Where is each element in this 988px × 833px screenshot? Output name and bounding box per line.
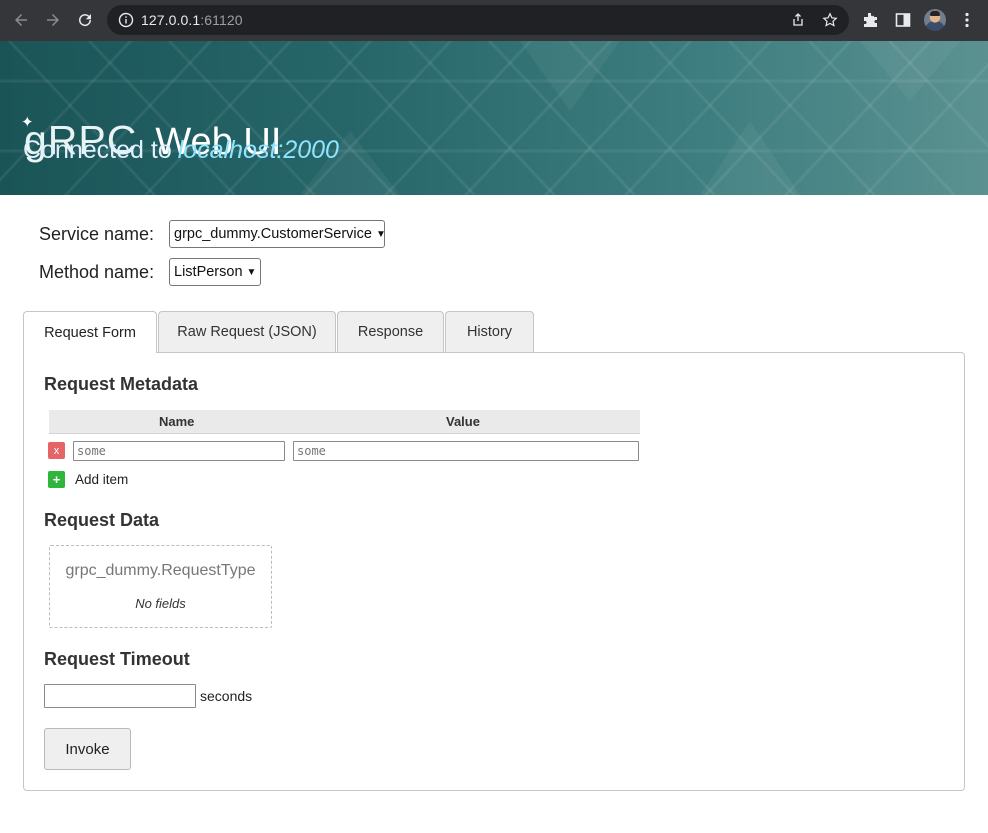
share-icon[interactable] bbox=[790, 12, 806, 28]
timeout-input[interactable] bbox=[44, 684, 196, 708]
service-row: Service name: grpc_dummy.CustomerService… bbox=[39, 220, 386, 248]
tab-raw-request[interactable]: Raw Request (JSON) bbox=[158, 311, 336, 352]
connected-host: localhost:2000 bbox=[177, 136, 339, 164]
add-item-label[interactable]: Add item bbox=[75, 472, 128, 487]
forward-icon[interactable] bbox=[42, 9, 64, 31]
tab-bar: Request Form Raw Request (JSON) Response… bbox=[23, 311, 535, 353]
service-label: Service name: bbox=[39, 223, 155, 244]
reload-icon[interactable] bbox=[74, 9, 96, 31]
metadata-title: Request Metadata bbox=[44, 374, 199, 394]
chevron-down-icon: ▼ bbox=[375, 228, 386, 240]
method-select-value: ListPerson bbox=[174, 264, 243, 280]
side-panel-icon[interactable] bbox=[894, 11, 912, 29]
tab-request-form[interactable]: Request Form bbox=[23, 311, 157, 353]
site-info-icon[interactable] bbox=[118, 12, 134, 28]
sparkle-icon: ✦ bbox=[21, 114, 35, 131]
method-select[interactable]: ListPerson ▼ bbox=[169, 258, 261, 286]
request-data-title: Request Data bbox=[44, 510, 160, 530]
url-text[interactable]: 127.0.0.1:61120 bbox=[141, 12, 243, 28]
profile-avatar[interactable] bbox=[924, 9, 946, 31]
connected-label: Connected to bbox=[23, 136, 172, 164]
kebab-menu-icon[interactable] bbox=[958, 11, 976, 29]
method-row: Method name: ListPerson ▼ bbox=[39, 258, 261, 286]
request-type-name: grpc_dummy.RequestType bbox=[65, 562, 256, 579]
timeout-unit: seconds bbox=[200, 688, 253, 704]
request-type-box: grpc_dummy.RequestType No fields bbox=[49, 545, 272, 628]
metadata-column-name: Name bbox=[159, 414, 195, 429]
no-fields-text: No fields bbox=[135, 596, 186, 611]
extensions-icon[interactable] bbox=[861, 11, 879, 29]
chevron-down-icon: ▼ bbox=[246, 266, 257, 278]
add-item-button[interactable]: + bbox=[48, 471, 65, 488]
tab-history[interactable]: History bbox=[445, 311, 534, 352]
invoke-button[interactable]: Invoke bbox=[44, 728, 131, 770]
metadata-column-value: Value bbox=[446, 414, 480, 429]
header-banner: ✦ gRPC Web UI bbox=[0, 41, 988, 195]
service-select[interactable]: grpc_dummy.CustomerService ▼ bbox=[169, 220, 386, 248]
metadata-name-input[interactable] bbox=[73, 441, 285, 461]
metadata-value-input[interactable] bbox=[293, 441, 639, 461]
back-icon[interactable] bbox=[10, 9, 32, 31]
address-bar[interactable]: 127.0.0.1:61120 bbox=[107, 5, 849, 35]
browser-toolbar: 127.0.0.1:61120 bbox=[0, 0, 988, 41]
metadata-table-header: Name Value bbox=[49, 410, 640, 434]
bookmark-star-icon[interactable] bbox=[822, 12, 838, 28]
service-select-value: grpc_dummy.CustomerService bbox=[174, 226, 372, 242]
timeout-title: Request Timeout bbox=[44, 649, 190, 669]
connection-status: Connected to localhost:2000 bbox=[23, 136, 339, 165]
method-label: Method name: bbox=[39, 261, 155, 282]
remove-metadata-button[interactable]: x bbox=[48, 442, 65, 459]
tab-response[interactable]: Response bbox=[337, 311, 444, 352]
request-form-panel: Request Metadata Name Value x + Add item… bbox=[23, 352, 965, 791]
